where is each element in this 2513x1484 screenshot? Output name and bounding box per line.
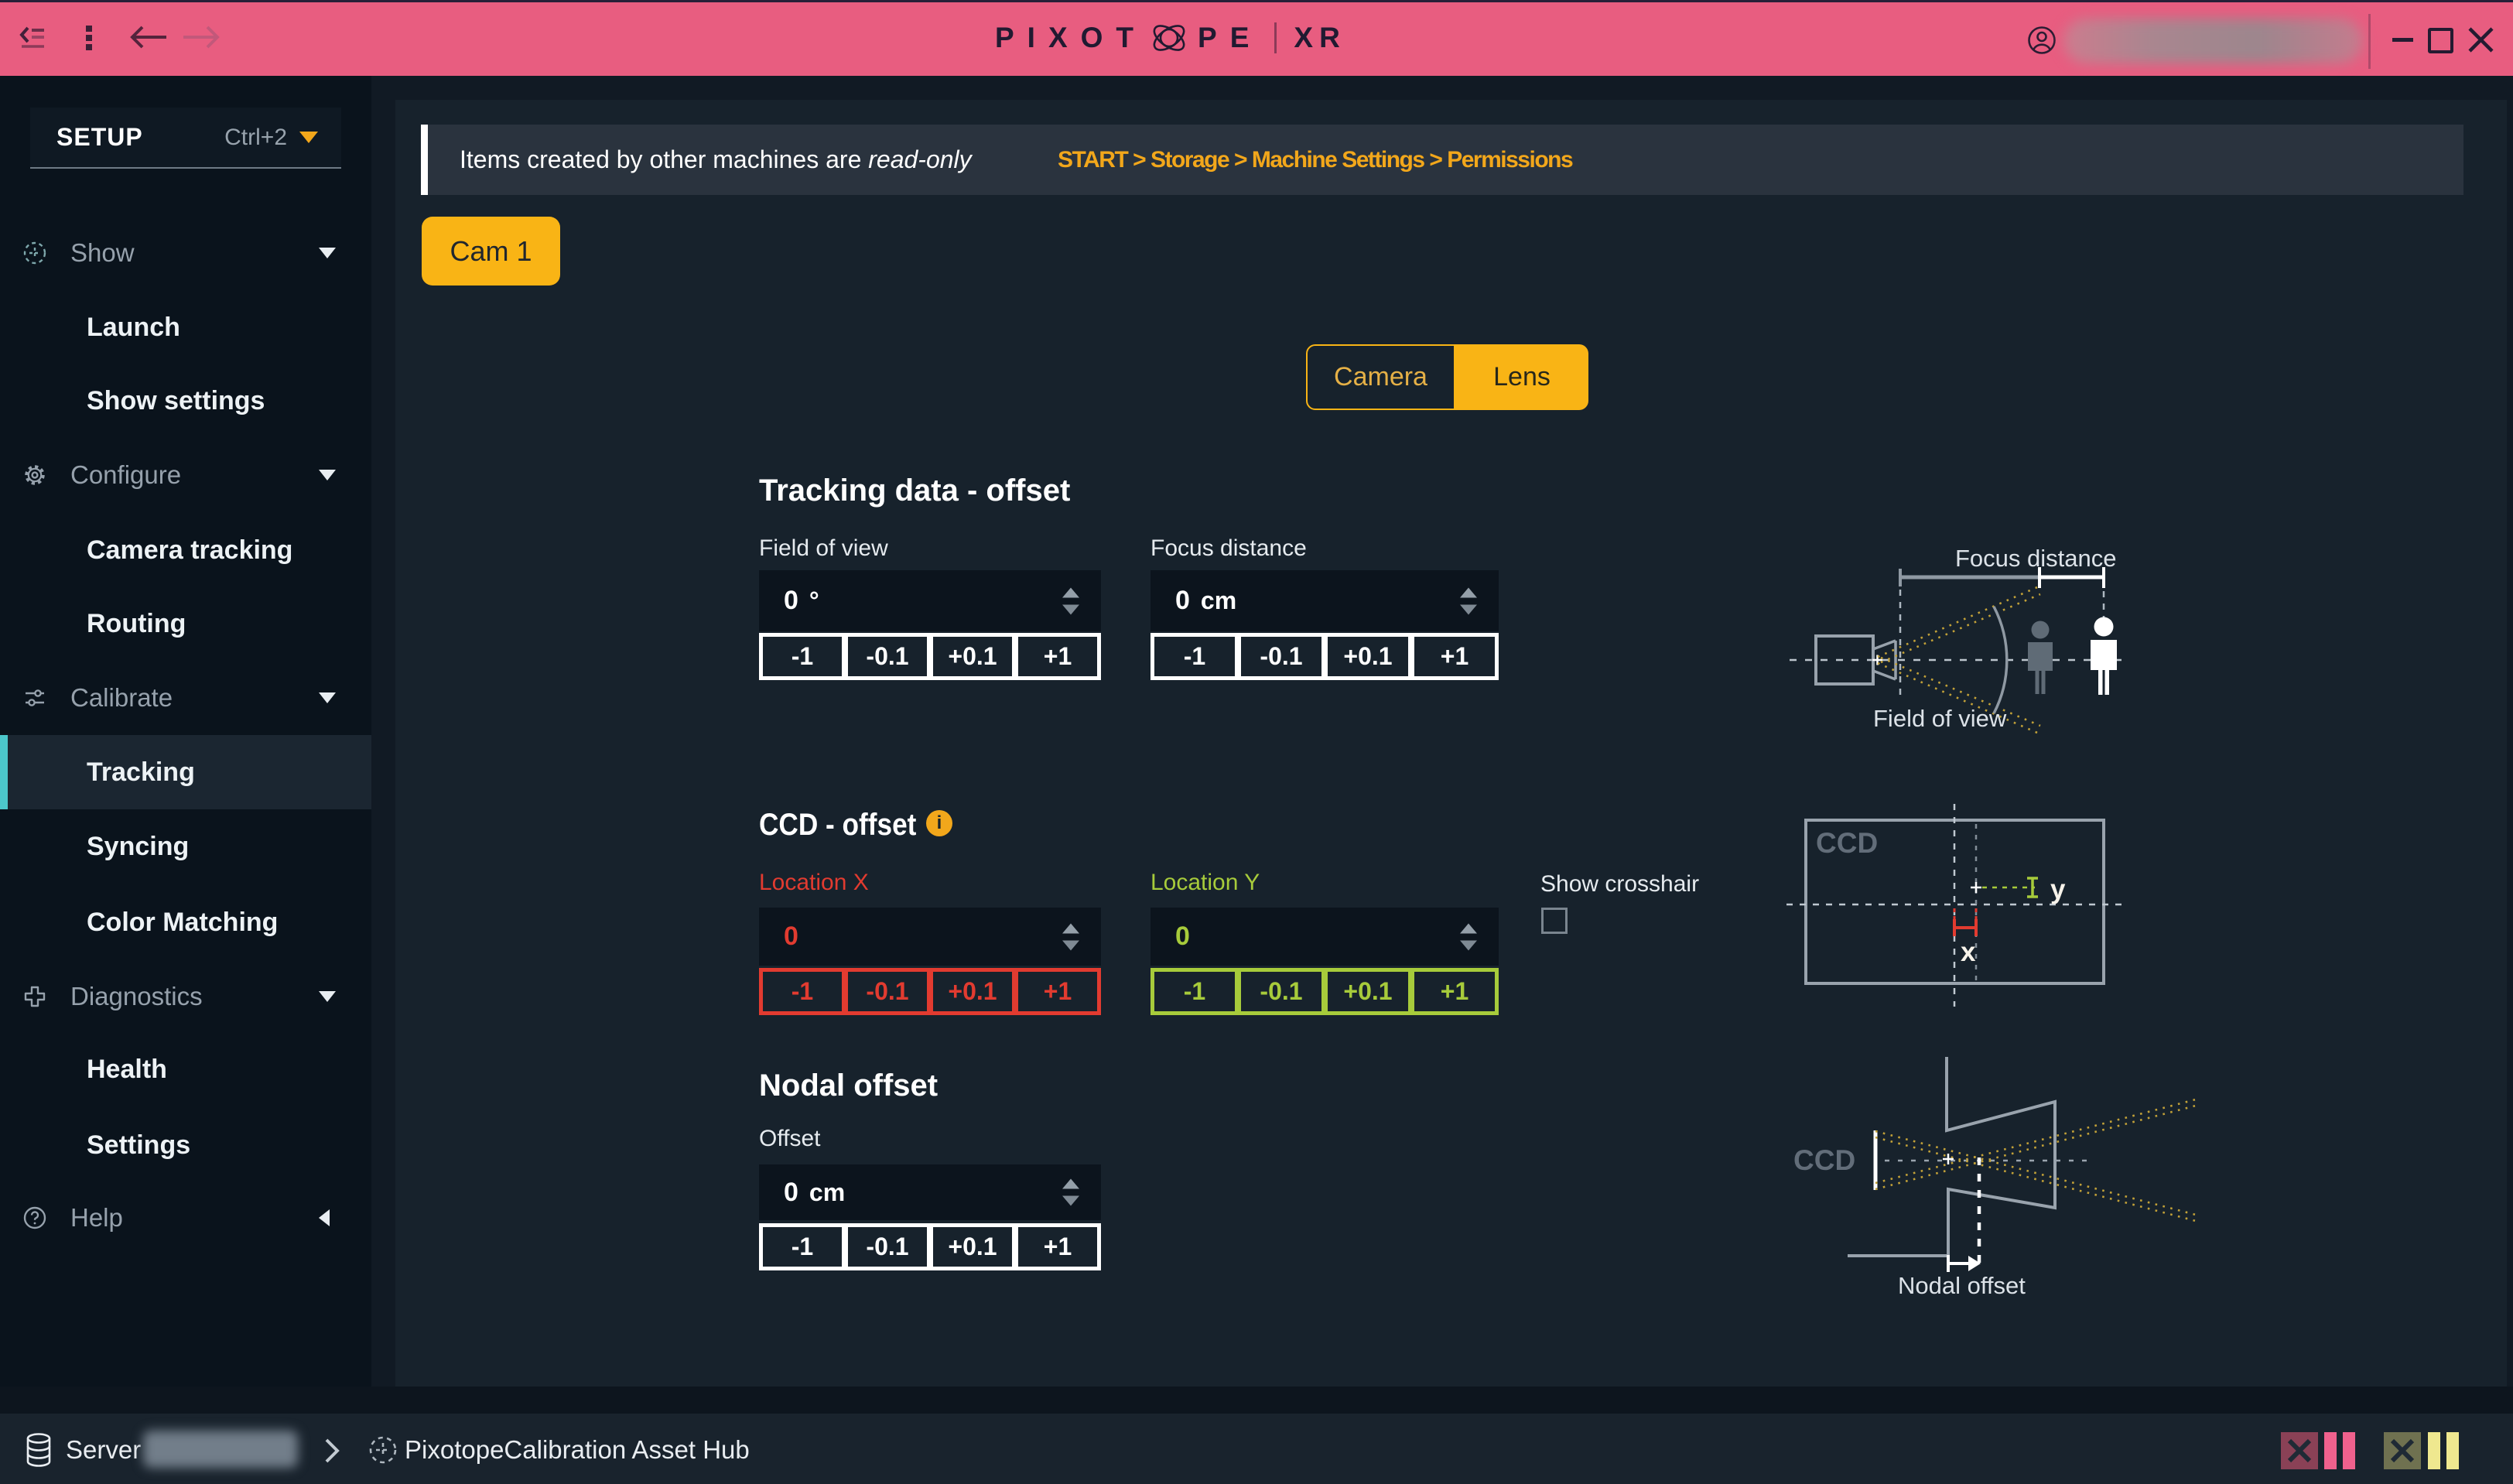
svg-text:Focus distance: Focus distance <box>1955 545 2117 572</box>
svg-text:y: y <box>2050 874 2066 904</box>
svg-text:Field of view: Field of view <box>1873 705 2007 732</box>
svg-text:CCD: CCD <box>1816 827 1878 859</box>
svg-text:Nodal offset: Nodal offset <box>1898 1272 2026 1299</box>
svg-text:CCD: CCD <box>1793 1144 1855 1176</box>
svg-text:x: x <box>1961 937 1976 967</box>
